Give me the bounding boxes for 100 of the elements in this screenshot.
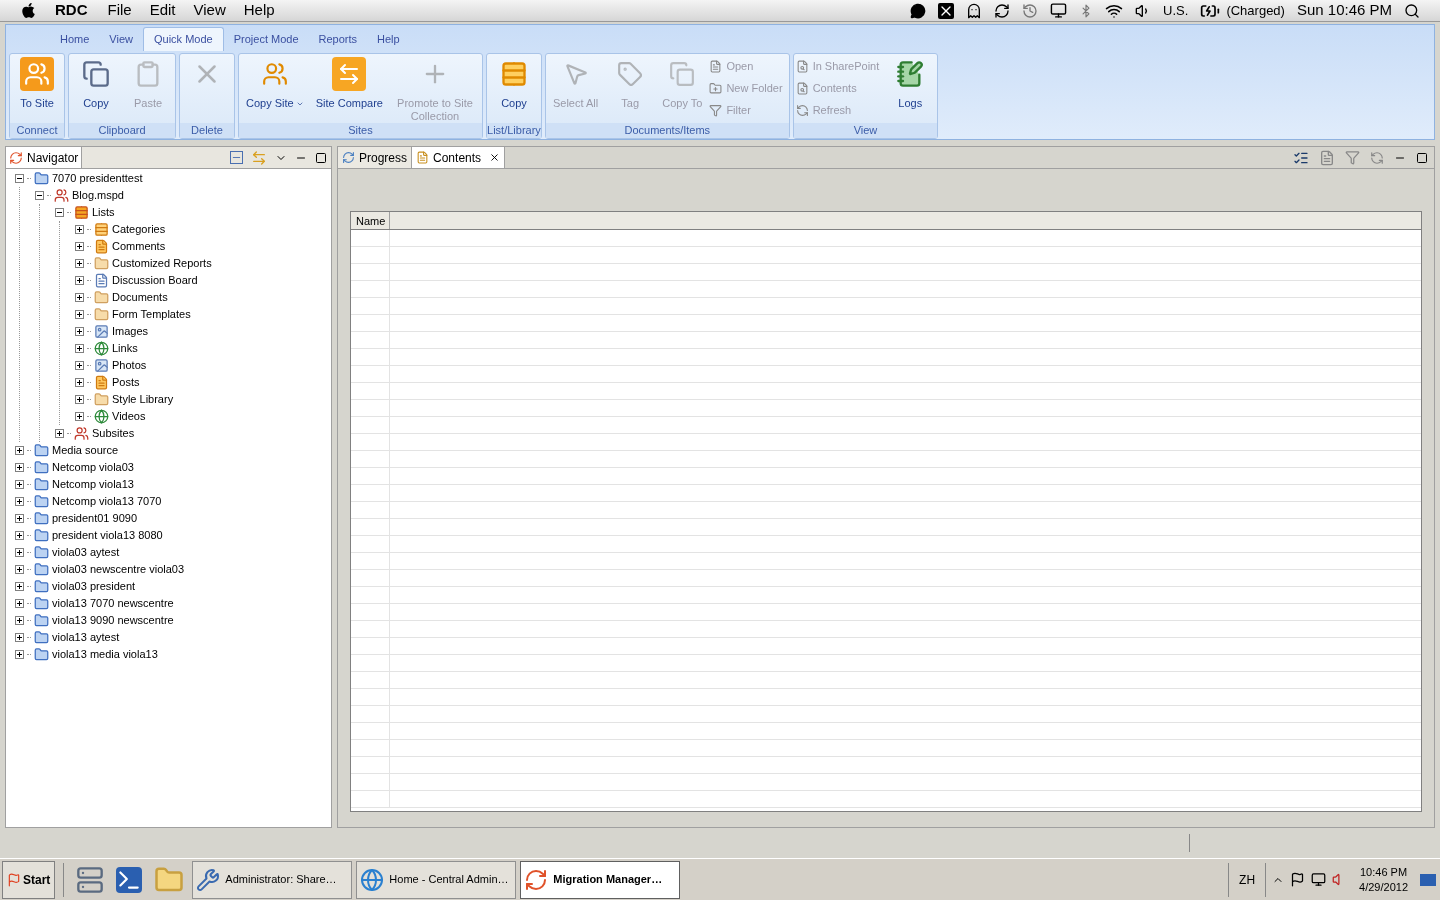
expand-toggle[interactable] [15,633,24,642]
expand-toggle[interactable] [75,344,84,353]
tree-item[interactable]: viola13 aytest [52,629,120,646]
apple-icon[interactable] [20,2,37,19]
clock-icon[interactable] [1022,2,1039,19]
tree-item[interactable]: Discussion Board [112,272,198,289]
tree-item[interactable]: Documents [112,289,168,306]
expand-toggle[interactable] [15,480,24,489]
expand-toggle[interactable] [75,395,84,404]
tree-item[interactable]: viola03 newscentre viola03 [52,561,185,578]
expand-toggle[interactable] [15,616,24,625]
tree-item[interactable]: Form Templates [112,306,191,323]
chat-icon[interactable] [910,2,927,19]
server-icon[interactable] [76,865,105,894]
close-icon[interactable] [938,2,955,19]
ribbon-tab[interactable]: Reports [308,27,368,51]
ribbon-tab[interactable]: View [99,27,143,51]
expand-toggle[interactable] [75,225,84,234]
start-button[interactable]: Start [2,860,56,899]
expand-toggle[interactable] [15,463,24,472]
expand-toggle[interactable] [75,259,84,268]
ribbon-button[interactable]: Logs [885,54,936,110]
editor-tab[interactable]: Contents [412,147,506,168]
expand-toggle[interactable] [75,327,84,336]
ribbon-button[interactable]: Copy [488,54,539,110]
ribbon-tab[interactable]: Project Mode [223,27,309,51]
ghost-icon[interactable] [966,2,983,19]
tree-item[interactable]: Posts [112,374,140,391]
navigator-tab[interactable]: Navigator [6,147,83,168]
expand-toggle[interactable] [15,531,24,540]
expand-toggle[interactable] [75,361,84,370]
tree-item[interactable]: viola03 aytest [52,544,120,561]
tree-item[interactable]: president viola13 8080 [52,527,163,544]
search-icon[interactable] [1404,2,1420,19]
tree-item[interactable]: Videos [112,408,146,425]
tree-item[interactable]: Lists [92,204,115,221]
expand-toggle[interactable] [15,565,24,574]
menu-item[interactable]: Edit [149,0,176,22]
battery-status[interactable]: (Charged) [1226,0,1285,21]
expand-toggle[interactable] [75,242,84,251]
tree-item[interactable]: viola13 7070 newscentre [52,595,174,612]
tree-item[interactable]: Images [112,323,149,340]
expand-toggle[interactable] [15,497,24,506]
ribbon-button[interactable]: Site Compare [310,54,388,110]
tree-item[interactable]: viola13 9090 newscentre [52,612,174,629]
show-desktop-button[interactable] [1420,873,1436,886]
monitor-icon[interactable] [1050,2,1068,19]
expand-toggle[interactable] [75,293,84,302]
taskbar-button[interactable]: Home - Central Admin… [356,860,517,899]
collapse-all-icon[interactable] [230,151,243,164]
tree-item[interactable]: Subsites [92,425,135,442]
tree-item[interactable]: Comments [112,238,166,255]
taskbar-button[interactable]: Administrator: Share… [192,860,353,899]
maximize-icon[interactable] [315,151,327,164]
tree-item[interactable]: Customized Reports [112,255,212,272]
tree-item[interactable]: Netcomp viola13 7070 [52,493,162,510]
tree-item[interactable]: Blog.mspd [72,187,124,204]
expand-toggle[interactable] [75,276,84,285]
tree-item[interactable]: Links [112,340,138,357]
expand-toggle[interactable] [15,599,24,608]
ribbon-tab[interactable]: Help [367,27,410,51]
menu-item[interactable]: Help [243,0,275,22]
expand-toggle[interactable] [15,548,24,557]
expand-toggle[interactable] [75,310,84,319]
taskbar-button[interactable]: Migration Manager… [520,860,681,899]
tree-item[interactable]: viola13 media viola13 [52,646,158,663]
app-menu[interactable]: RDC [55,0,88,22]
flag-icon[interactable] [1290,872,1306,887]
ribbon-button[interactable]: Copy [71,54,121,110]
expand-toggle[interactable] [15,582,24,591]
language-indicator[interactable]: ZH [1235,870,1260,889]
terminal-icon[interactable] [116,866,143,893]
column-header[interactable]: Name [351,212,390,229]
expand-toggle[interactable] [35,191,44,200]
expand-toggle[interactable] [15,650,24,659]
tree-item[interactable]: viola03 president [52,578,136,595]
tree-item[interactable]: Photos [112,357,147,374]
maximize-icon[interactable] [1416,151,1428,164]
menu-clock[interactable]: Sun 10:46 PM [1296,0,1392,22]
editor-tab[interactable]: Progress [338,147,413,168]
ribbon-button[interactable]: To Site [12,54,62,110]
ribbon-tab[interactable]: Home [50,27,100,51]
menu-item[interactable]: File [107,0,132,22]
tray-clock[interactable]: 10:46 PM 4/29/2012 [1353,864,1414,895]
expand-toggle[interactable] [15,174,24,183]
tree-item[interactable]: Style Library [112,391,174,408]
tree-item[interactable]: Netcomp viola13 [52,476,134,493]
expand-toggle[interactable] [55,429,64,438]
tree-item[interactable]: Media source [52,442,119,459]
ribbon-tab[interactable]: Quick Mode [143,27,224,51]
expand-toggle[interactable] [75,412,84,421]
expand-toggle[interactable] [75,378,84,387]
expand-toggle[interactable] [55,208,64,217]
menu-item[interactable]: View [193,0,226,22]
tree-item[interactable]: Netcomp viola03 [52,459,134,476]
expand-toggle[interactable] [15,446,24,455]
keyboard-layout[interactable]: U.S. [1163,0,1189,21]
close-icon[interactable] [489,152,501,163]
tree-item[interactable]: 7070 presidenttest [52,170,143,187]
expand-toggle[interactable] [15,514,24,523]
